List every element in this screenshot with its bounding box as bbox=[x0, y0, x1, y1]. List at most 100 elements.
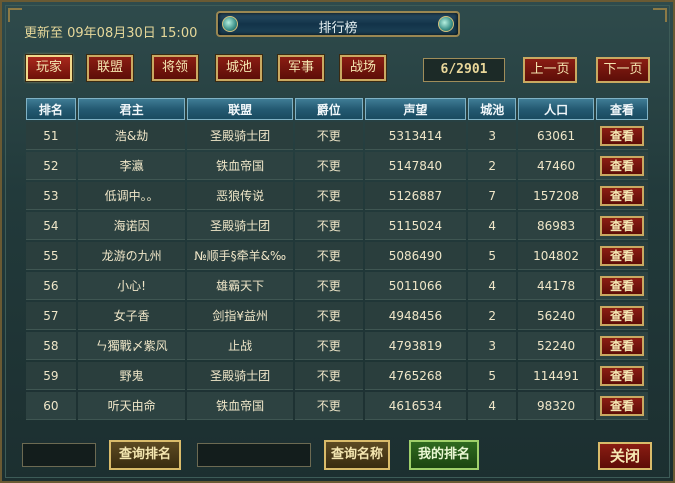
name-query-input[interactable] bbox=[197, 443, 311, 467]
cities-cell: 3 bbox=[468, 332, 517, 360]
alliance-cell: 圣殿骑士团 bbox=[187, 122, 293, 150]
title-cell: 不更 bbox=[294, 122, 363, 150]
column-header: 爵位 bbox=[294, 98, 363, 120]
prestige-cell: 4616534 bbox=[364, 392, 467, 420]
alliance-cell: 剑指¥益州 bbox=[187, 302, 293, 330]
alliance-cell: 恶狼传说 bbox=[187, 182, 293, 210]
population-cell: 157208 bbox=[518, 182, 594, 210]
my-rank-button[interactable]: 我的排名 bbox=[409, 440, 479, 470]
cities-cell: 5 bbox=[468, 242, 517, 270]
table-row: 57 女子香 剑指¥益州 不更 4948456 2 56240 查看 bbox=[26, 302, 648, 330]
tab-alliance[interactable]: 联盟 bbox=[86, 54, 134, 82]
lord-name-cell: 李瀛 bbox=[77, 152, 186, 180]
column-header: 君主 bbox=[77, 98, 186, 120]
cities-cell: 7 bbox=[468, 182, 517, 210]
lord-name-cell: 低调中。。 bbox=[77, 182, 186, 210]
lord-name-cell: 浩&劫 bbox=[77, 122, 186, 150]
view-button[interactable]: 查看 bbox=[599, 125, 644, 146]
alliance-cell: 圣殿骑士团 bbox=[187, 212, 293, 240]
cities-cell: 2 bbox=[468, 302, 517, 330]
table-row: 55 龙游の九州 №顺手§牵羊&‰ 不更 5086490 5 104802 查看 bbox=[26, 242, 648, 270]
prestige-cell: 5147840 bbox=[364, 152, 467, 180]
table-row: 58 ㄣ獨戰〆紫风 止战 不更 4793819 3 52240 查看 bbox=[26, 332, 648, 360]
view-button[interactable]: 查看 bbox=[599, 245, 644, 266]
prestige-cell: 5011066 bbox=[364, 272, 467, 300]
lord-name-cell: 海诺因 bbox=[77, 212, 186, 240]
alliance-cell: 圣殿骑士团 bbox=[187, 362, 293, 390]
table-row: 53 低调中。。 恶狼传说 不更 5126887 7 157208 查看 bbox=[26, 182, 648, 210]
rank-query-input[interactable] bbox=[22, 443, 96, 467]
cities-cell: 3 bbox=[468, 122, 517, 150]
title-cell: 不更 bbox=[294, 302, 363, 330]
rank-cell: 59 bbox=[26, 362, 76, 390]
rank-cell: 51 bbox=[26, 122, 76, 150]
table-row: 51 浩&劫 圣殿骑士团 不更 5313414 3 63061 查看 bbox=[26, 122, 648, 150]
prestige-cell: 4793819 bbox=[364, 332, 467, 360]
column-header: 排名 bbox=[26, 98, 76, 120]
rank-cell: 57 bbox=[26, 302, 76, 330]
view-button[interactable]: 查看 bbox=[599, 155, 644, 176]
column-header: 联盟 bbox=[187, 98, 293, 120]
view-cell: 查看 bbox=[595, 392, 648, 420]
view-button[interactable]: 查看 bbox=[599, 335, 644, 356]
view-cell: 查看 bbox=[595, 302, 648, 330]
view-cell: 查看 bbox=[595, 272, 648, 300]
tab-battlefield[interactable]: 战场 bbox=[339, 54, 387, 82]
lord-name-cell: 女子香 bbox=[77, 302, 186, 330]
view-button[interactable]: 查看 bbox=[599, 305, 644, 326]
alliance-cell: 铁血帝国 bbox=[187, 392, 293, 420]
rank-cell: 55 bbox=[26, 242, 76, 270]
title-cell: 不更 bbox=[294, 362, 363, 390]
lord-name-cell: ㄣ獨戰〆紫风 bbox=[77, 332, 186, 360]
view-button[interactable]: 查看 bbox=[599, 185, 644, 206]
table-row: 52 李瀛 铁血帝国 不更 5147840 2 47460 查看 bbox=[26, 152, 648, 180]
window-title: 排行榜 bbox=[318, 21, 358, 36]
next-page-button[interactable]: 下一页 bbox=[596, 57, 650, 83]
query-rank-button[interactable]: 查询排名 bbox=[109, 440, 181, 470]
alliance-cell: 铁血帝国 bbox=[187, 152, 293, 180]
tab-player[interactable]: 玩家 bbox=[25, 54, 73, 82]
title-cell: 不更 bbox=[294, 152, 363, 180]
frame-corner-ornament bbox=[653, 8, 667, 22]
title-cell: 不更 bbox=[294, 182, 363, 210]
cities-cell: 4 bbox=[468, 392, 517, 420]
view-button[interactable]: 查看 bbox=[599, 215, 644, 236]
view-cell: 查看 bbox=[595, 122, 648, 150]
jade-ornament-icon bbox=[438, 16, 454, 32]
frame-corner-ornament bbox=[8, 8, 22, 22]
table-row: 60 听天由命 铁血帝国 不更 4616534 4 98320 查看 bbox=[26, 392, 648, 420]
column-header: 城池 bbox=[468, 98, 517, 120]
rank-cell: 54 bbox=[26, 212, 76, 240]
prestige-cell: 5126887 bbox=[364, 182, 467, 210]
population-cell: 56240 bbox=[518, 302, 594, 330]
column-header: 查看 bbox=[595, 98, 648, 120]
view-button[interactable]: 查看 bbox=[599, 395, 644, 416]
prestige-cell: 5115024 bbox=[364, 212, 467, 240]
view-button[interactable]: 查看 bbox=[599, 275, 644, 296]
rank-cell: 53 bbox=[26, 182, 76, 210]
table-row: 59 野鬼 圣殿骑士团 不更 4765268 5 114491 查看 bbox=[26, 362, 648, 390]
population-cell: 44178 bbox=[518, 272, 594, 300]
close-button[interactable]: 关闭 bbox=[598, 442, 652, 470]
prestige-cell: 4765268 bbox=[364, 362, 467, 390]
rank-cell: 52 bbox=[26, 152, 76, 180]
tab-city[interactable]: 城池 bbox=[215, 54, 263, 82]
title-plate: 排行榜 bbox=[216, 11, 460, 37]
prestige-cell: 5313414 bbox=[364, 122, 467, 150]
rank-cell: 60 bbox=[26, 392, 76, 420]
title-cell: 不更 bbox=[294, 242, 363, 270]
view-cell: 查看 bbox=[595, 362, 648, 390]
lord-name-cell: 野鬼 bbox=[77, 362, 186, 390]
update-timestamp: 更新至 09年08月30日 15:00 bbox=[24, 26, 198, 41]
tab-general[interactable]: 将领 bbox=[151, 54, 199, 82]
rank-cell: 56 bbox=[26, 272, 76, 300]
prev-page-button[interactable]: 上一页 bbox=[523, 57, 577, 83]
population-cell: 114491 bbox=[518, 362, 594, 390]
population-cell: 86983 bbox=[518, 212, 594, 240]
tab-military[interactable]: 军事 bbox=[277, 54, 325, 82]
title-cell: 不更 bbox=[294, 392, 363, 420]
view-button[interactable]: 查看 bbox=[599, 365, 644, 386]
population-cell: 63061 bbox=[518, 122, 594, 150]
view-cell: 查看 bbox=[595, 332, 648, 360]
query-name-button[interactable]: 查询名称 bbox=[324, 440, 390, 470]
